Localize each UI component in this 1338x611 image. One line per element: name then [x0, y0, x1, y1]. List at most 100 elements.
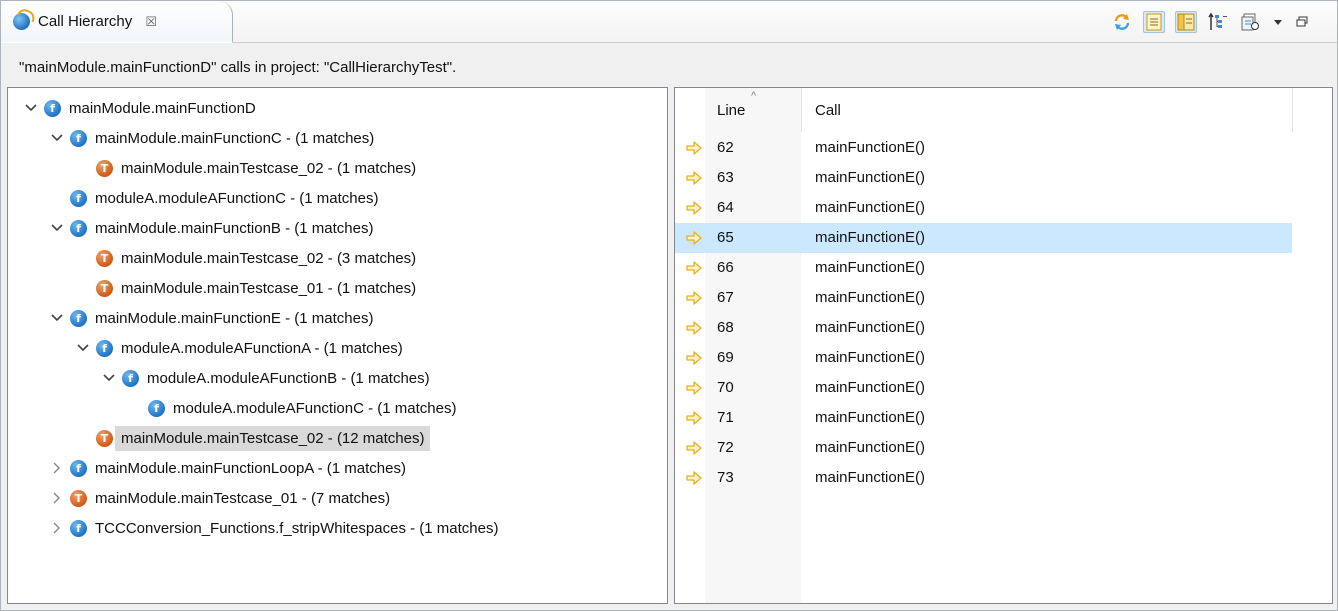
tree-node[interactable]: f moduleA.moduleAFunctionC - (1 matches): [128, 393, 456, 423]
testcase-icon: T: [70, 489, 87, 507]
tree-node[interactable]: f mainModule.mainFunctionLoopA - (1 match…: [50, 453, 406, 483]
call-hierarchy-icon: [13, 13, 30, 30]
call-cell: mainFunctionE(): [815, 469, 926, 486]
function-icon: f: [70, 189, 87, 207]
column-header-call[interactable]: Call: [815, 88, 841, 132]
line-number-cell: 66: [717, 259, 734, 276]
tree-node-label: mainModule.mainFunctionC - (1 matches): [95, 129, 375, 147]
tree-node[interactable]: f mainModule.mainFunctionB - (1 matches): [50, 213, 373, 243]
call-arrow-icon: [686, 171, 702, 185]
table-row[interactable]: 73 mainFunctionE(): [675, 463, 1292, 493]
call-arrow-icon: [686, 381, 702, 395]
line-number-cell: 71: [717, 409, 734, 426]
tree-node[interactable]: f moduleA.moduleAFunctionA - (1 matches): [76, 333, 403, 363]
hierarchy-description: "mainModule.mainFunctionD" calls in proj…: [19, 59, 457, 76]
tree-node-label: moduleA.moduleAFunctionB - (1 matches): [147, 369, 430, 387]
function-icon: f: [70, 519, 87, 537]
line-number-cell: 64: [717, 199, 734, 216]
table-row[interactable]: 70 mainFunctionE(): [675, 373, 1292, 403]
call-arrow-icon: [686, 321, 702, 335]
tree-node-label: mainModule.mainTestcase_02 - (12 matches…: [115, 425, 431, 451]
minimize-icon[interactable]: [1295, 11, 1309, 33]
call-cell: mainFunctionE(): [815, 409, 926, 426]
tree-node[interactable]: f mainModule.mainFunctionE - (1 matches): [50, 303, 373, 333]
table-row[interactable]: 63 mainFunctionE(): [675, 163, 1292, 193]
layout-icon[interactable]: [1207, 11, 1229, 33]
tree-node[interactable]: TmainModule.mainTestcase_02 - (1 matches…: [76, 153, 416, 183]
view-toolbar: [1111, 9, 1309, 35]
tree-node-label: mainModule.mainFunctionLoopA - (1 matche…: [95, 459, 406, 477]
function-icon: f: [70, 219, 87, 237]
table-row[interactable]: 65 mainFunctionE(): [675, 223, 1292, 253]
table-row[interactable]: 67 mainFunctionE(): [675, 283, 1292, 313]
call-cell: mainFunctionE(): [815, 169, 926, 186]
table-row[interactable]: 62 mainFunctionE(): [675, 133, 1292, 163]
chevron-right-icon[interactable]: [50, 491, 64, 505]
close-icon[interactable]: ☒: [144, 14, 158, 29]
function-icon: f: [148, 399, 165, 417]
call-arrow-icon: [686, 411, 702, 425]
view-menu-icon[interactable]: [1271, 11, 1285, 33]
tree-node[interactable]: f moduleA.moduleAFunctionB - (1 matches): [102, 363, 430, 393]
history-icon[interactable]: [1239, 11, 1261, 33]
tree-node-label: mainModule.mainFunctionE - (1 matches): [95, 309, 374, 327]
column-header-line[interactable]: Line: [717, 88, 745, 132]
line-number-cell: 63: [717, 169, 734, 186]
chevron-down-icon[interactable]: [102, 371, 116, 385]
table-row[interactable]: 68 mainFunctionE(): [675, 313, 1292, 343]
chevron-down-icon[interactable]: [50, 131, 64, 145]
tree-node-label: moduleA.moduleAFunctionA - (1 matches): [121, 339, 403, 357]
tree-node[interactable]: TmainModule.mainTestcase_01 - (7 matches…: [50, 483, 390, 513]
tree-node[interactable]: f TCCConversion_Functions.f_stripWhitespa…: [50, 513, 498, 543]
tree-node[interactable]: f mainModule.mainFunctionC - (1 matches): [50, 123, 374, 153]
column-header-call-label: Call: [815, 101, 841, 119]
column-header-line-label: Line: [717, 101, 746, 119]
chevron-down-icon[interactable]: [50, 221, 64, 235]
call-hierarchy-view: Call Hierarchy ☒ "mainModule.mainFunctio…: [0, 0, 1338, 611]
chevron-down-icon[interactable]: [24, 101, 38, 115]
show-references-icon[interactable]: [1143, 11, 1165, 33]
table-row[interactable]: 64 mainFunctionE(): [675, 193, 1292, 223]
tree-node[interactable]: f moduleA.moduleAFunctionC - (1 matches): [50, 183, 378, 213]
call-arrow-icon: [686, 261, 702, 275]
call-locations-table[interactable]: Line ^ Call 62 mainFunctionE() 63 mainFunct…: [674, 87, 1333, 604]
line-number-cell: 70: [717, 379, 734, 396]
tab-call-hierarchy[interactable]: Call Hierarchy ☒: [1, 1, 233, 43]
tree-node[interactable]: f mainModule.mainFunctionD: [24, 93, 256, 123]
column-separator[interactable]: [801, 88, 802, 132]
chevron-right-icon[interactable]: [50, 461, 64, 475]
tab-title: Call Hierarchy: [38, 13, 133, 30]
sort-indicator-icon: ^: [751, 90, 757, 102]
call-cell: mainFunctionE(): [815, 199, 926, 216]
chevron-down-icon[interactable]: [50, 311, 64, 325]
table-row[interactable]: 69 mainFunctionE(): [675, 343, 1292, 373]
function-icon: f: [122, 369, 139, 387]
table-row[interactable]: 71 mainFunctionE(): [675, 403, 1292, 433]
table-row[interactable]: 66 mainFunctionE(): [675, 253, 1292, 283]
call-arrow-icon: [686, 231, 702, 245]
refresh-icon[interactable]: [1111, 11, 1133, 33]
line-number-cell: 65: [717, 229, 734, 246]
tree-node[interactable]: TmainModule.mainTestcase_02 - (12 matche…: [76, 423, 431, 453]
tree-node-label: mainModule.mainTestcase_01 - (1 matches): [121, 279, 417, 297]
tree-node-label: moduleA.moduleAFunctionC - (1 matches): [173, 399, 457, 417]
chevron-right-icon[interactable]: [50, 521, 64, 535]
tab-bar: Call Hierarchy ☒: [1, 1, 1337, 43]
call-tree[interactable]: f mainModule.mainFunctionD f mainModule.mai…: [7, 87, 668, 604]
call-arrow-icon: [686, 471, 702, 485]
line-number-cell: 72: [717, 439, 734, 456]
tree-node[interactable]: TmainModule.mainTestcase_01 - (1 matches…: [76, 273, 416, 303]
show-split-icon[interactable]: [1175, 11, 1197, 33]
function-icon: f: [70, 129, 87, 147]
line-number-cell: 62: [717, 139, 734, 156]
tree-node[interactable]: TmainModule.mainTestcase_02 - (3 matches…: [76, 243, 416, 273]
table-row[interactable]: 72 mainFunctionE(): [675, 433, 1292, 463]
call-cell: mainFunctionE(): [815, 379, 926, 396]
testcase-icon: T: [96, 279, 113, 297]
call-cell: mainFunctionE(): [815, 289, 926, 306]
tree-node-label: mainModule.mainTestcase_02 - (3 matches): [121, 249, 417, 267]
chevron-down-icon[interactable]: [76, 341, 90, 355]
